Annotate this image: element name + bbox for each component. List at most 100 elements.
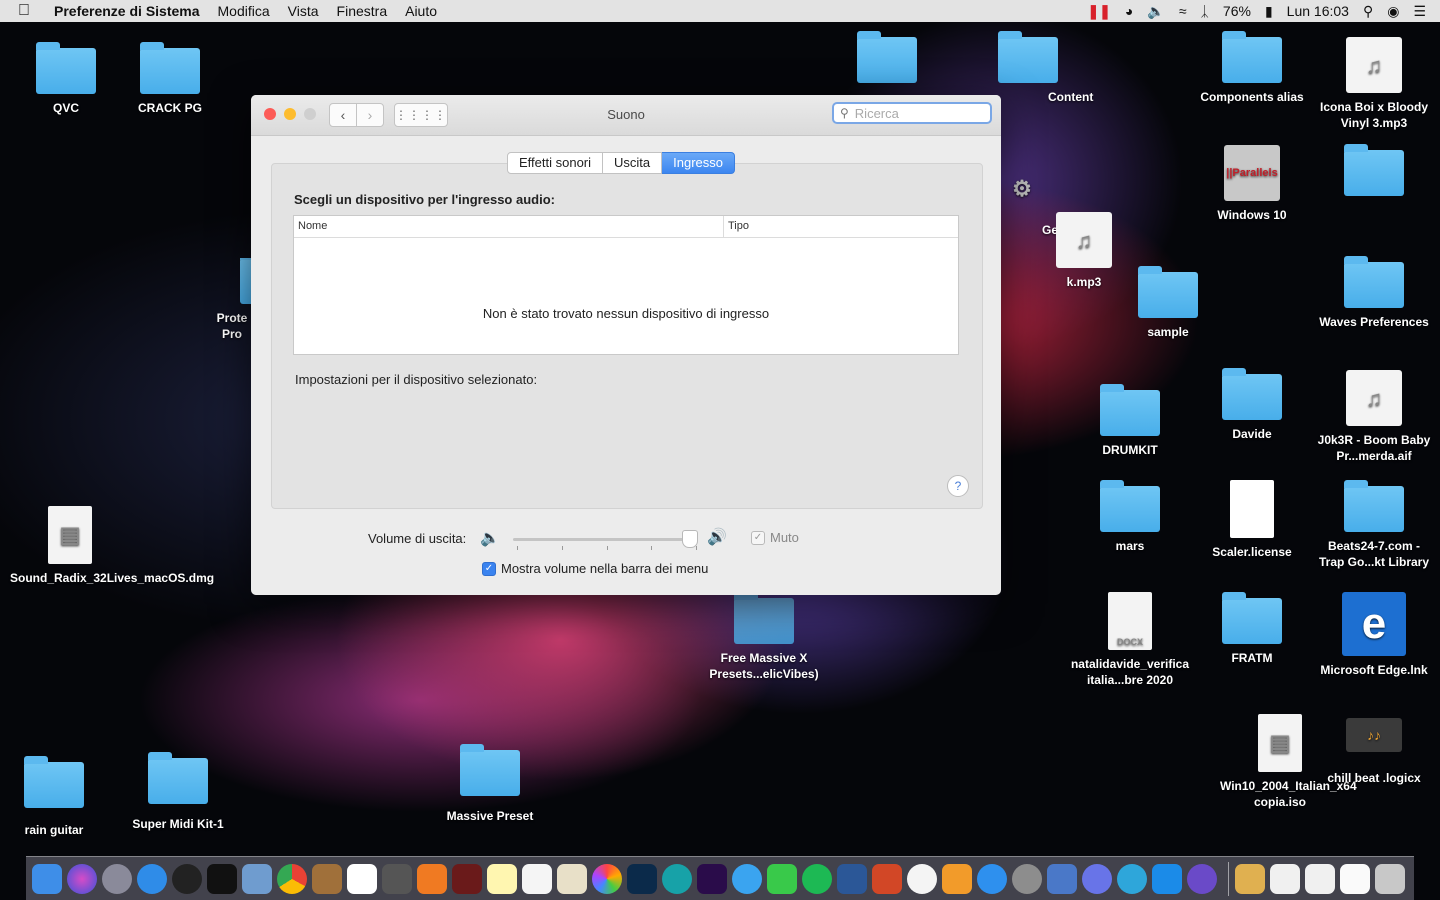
system-preferences-icon[interactable] bbox=[1012, 863, 1042, 894]
parallels-dock-icon[interactable] bbox=[1047, 863, 1077, 894]
waves-icon[interactable] bbox=[207, 863, 237, 894]
desktop-icon-scaler-license[interactable]: Scaler.license bbox=[1192, 480, 1312, 560]
desktop-icon-davide[interactable]: Davide bbox=[1192, 368, 1312, 442]
desktop-icon-folder-right[interactable] bbox=[1314, 144, 1434, 202]
itunes-icon[interactable] bbox=[907, 863, 937, 894]
volume-slider-knob[interactable] bbox=[681, 530, 698, 548]
tab-uscita[interactable]: Uscita bbox=[603, 152, 663, 174]
mute-checkbox-box[interactable]: ✓ bbox=[751, 530, 765, 545]
fl-studio-icon[interactable] bbox=[417, 863, 447, 894]
menu-aiuto[interactable]: Aiuto bbox=[405, 3, 437, 19]
show-volume-label: Mostra volume nella barra dei menu bbox=[501, 561, 709, 576]
antares-icon[interactable] bbox=[1187, 863, 1217, 894]
battery-percent[interactable]: 76% bbox=[1223, 3, 1251, 19]
spotify-icon[interactable] bbox=[802, 863, 832, 894]
siri-icon[interactable]: ◉ bbox=[1387, 3, 1399, 20]
windows-icon[interactable] bbox=[1152, 863, 1182, 894]
notification-center-icon[interactable]: ☰ bbox=[1413, 3, 1426, 20]
menu-modifica[interactable]: Modifica bbox=[218, 3, 270, 19]
desktop-icon-qvc[interactable]: QVC bbox=[6, 42, 126, 116]
desktop-icon-drumkit[interactable]: DRUMKIT bbox=[1070, 384, 1190, 458]
battery-icon[interactable]: ▮ bbox=[1265, 3, 1273, 20]
desktop-icon-massive-preset[interactable]: Massive Preset bbox=[430, 744, 550, 824]
chrome-icon[interactable] bbox=[277, 863, 307, 894]
desktop-icon-sample[interactable]: sample bbox=[1108, 266, 1228, 340]
downloads-stack-icon[interactable] bbox=[1235, 863, 1265, 894]
desktop-icon-natalidavide[interactable]: DOCX natalidavide_verifica italia...bre 2… bbox=[1070, 592, 1190, 688]
app-store-icon[interactable] bbox=[977, 863, 1007, 894]
hex-wars-icon[interactable] bbox=[172, 863, 202, 894]
help-button[interactable]: ? bbox=[947, 475, 969, 497]
books-icon[interactable] bbox=[942, 863, 972, 894]
desktop-icon-beats24[interactable]: Beats24-7.com - Trap Go...kt Library bbox=[1314, 480, 1434, 570]
desktop-icon-free-massive-x[interactable]: Free Massive X Presets...elicVibes) bbox=[704, 592, 824, 682]
powerpoint-icon[interactable] bbox=[872, 863, 902, 894]
messenger-icon[interactable] bbox=[732, 863, 762, 894]
menu-vista[interactable]: Vista bbox=[288, 3, 319, 19]
mute-checkbox[interactable]: ✓ Muto bbox=[751, 530, 799, 545]
stickies-icon[interactable] bbox=[487, 863, 517, 894]
output-volume-slider[interactable] bbox=[513, 538, 698, 541]
tab-effetti-sonori[interactable]: Effetti sonori bbox=[507, 152, 604, 174]
desktop-icon-j0k3r[interactable]: ♫ J0k3R - Boom Baby Pr...merda.aif bbox=[1314, 370, 1434, 464]
arduino-icon[interactable] bbox=[662, 863, 692, 894]
desktop-icon-icona-boi[interactable]: ♫ Icona Boi x Bloody Vinyl 3.mp3 bbox=[1314, 37, 1434, 131]
desktop-icon-crack-pg[interactable]: CRACK PG bbox=[110, 42, 230, 116]
desktop-icon-waves-preferences[interactable]: Waves Preferences bbox=[1314, 256, 1434, 330]
siri-dock-icon[interactable] bbox=[67, 863, 97, 894]
menu-app-name[interactable]: Preferenze di Sistema bbox=[54, 3, 200, 19]
discord-icon[interactable] bbox=[1082, 863, 1112, 894]
desktop-icon-super-midi-kit[interactable]: Super Midi Kit-1 bbox=[118, 752, 238, 832]
icon-label: natalidavide_verifica italia...bre 2020 bbox=[1070, 657, 1190, 687]
show-volume-checkbox-box[interactable]: ✓ bbox=[482, 561, 496, 576]
desktop-icon-rain-guitar[interactable]: rain guitar bbox=[0, 756, 114, 838]
audio-file-stack-icon[interactable] bbox=[1270, 863, 1300, 894]
apple-menu-icon[interactable]:  bbox=[18, 2, 34, 20]
volume-status-icon[interactable]: 🔈 bbox=[1147, 3, 1164, 20]
sync-icon[interactable]: ◕ bbox=[1125, 3, 1133, 19]
show-volume-in-menubar-checkbox[interactable]: ✓ Mostra volume nella barra dei menu bbox=[482, 561, 708, 576]
launchpad-icon[interactable] bbox=[102, 863, 132, 894]
word-icon[interactable] bbox=[837, 863, 867, 894]
calendar-icon[interactable] bbox=[347, 863, 377, 894]
disk-utility-icon[interactable] bbox=[382, 863, 412, 894]
desktop-icon-windows-10[interactable]: ||Parallels Windows 10 bbox=[1192, 145, 1312, 223]
notes-app-icon[interactable] bbox=[312, 863, 342, 894]
parallels-status-icon[interactable]: ❚❚ bbox=[1087, 3, 1110, 20]
folder-icon bbox=[1100, 384, 1160, 436]
trash-icon[interactable] bbox=[1375, 863, 1405, 894]
desktop-icon-folder-partial[interactable] bbox=[827, 31, 947, 89]
clock[interactable]: Lun 16:03 bbox=[1287, 3, 1349, 19]
tab-ingresso[interactable]: Ingresso bbox=[662, 152, 736, 174]
menu-finestra[interactable]: Finestra bbox=[337, 3, 388, 19]
desktop-icon-sound-radix[interactable]: ▤ Sound_Radix_32Lives_macOS.dmg bbox=[10, 506, 214, 586]
icon-label: sample bbox=[1147, 325, 1189, 339]
document-stack-icon[interactable] bbox=[1340, 863, 1370, 894]
desktop-icon-mars[interactable]: mars bbox=[1070, 480, 1190, 554]
column-header-type[interactable]: Tipo bbox=[724, 216, 749, 237]
desktop-icon-components-alias[interactable]: Components alias bbox=[1192, 31, 1312, 105]
input-device-table[interactable]: Nome Tipo Non è stato trovato nessun dis… bbox=[293, 215, 959, 355]
logic-project-icon: ♪♪ bbox=[1346, 718, 1402, 752]
wine-icon[interactable] bbox=[452, 863, 482, 894]
desktop-icon-fratm[interactable]: FRATM bbox=[1192, 592, 1312, 666]
safari-icon[interactable] bbox=[137, 863, 167, 894]
desktop-icon-chill-beat[interactable]: ♪♪ chill beat .logicx bbox=[1314, 718, 1434, 786]
facetime-icon[interactable] bbox=[767, 863, 797, 894]
spotlight-icon[interactable]: ⚲ bbox=[1363, 3, 1373, 20]
search-field[interactable]: ⚲ Ricerca bbox=[832, 102, 992, 124]
premiere-icon[interactable] bbox=[697, 863, 727, 894]
desktop-icon-microsoft-edge[interactable]: e Microsoft Edge.lnk bbox=[1314, 592, 1434, 678]
maps-icon[interactable] bbox=[557, 863, 587, 894]
photos-icon[interactable] bbox=[592, 863, 622, 894]
reminders-icon[interactable] bbox=[522, 863, 552, 894]
desktop-icon-prote-pro[interactable]: Prote Pro bbox=[182, 258, 252, 342]
photoshop-icon[interactable] bbox=[627, 863, 657, 894]
preview-icon[interactable] bbox=[242, 863, 272, 894]
wifi-icon[interactable]: ≈ bbox=[1179, 3, 1187, 19]
audio-file-stack-2-icon[interactable] bbox=[1305, 863, 1335, 894]
finder-icon[interactable] bbox=[32, 863, 62, 894]
bluetooth-icon[interactable]: ᛣ bbox=[1201, 3, 1209, 19]
telegram-icon[interactable] bbox=[1117, 863, 1147, 894]
column-header-name[interactable]: Nome bbox=[294, 216, 724, 237]
